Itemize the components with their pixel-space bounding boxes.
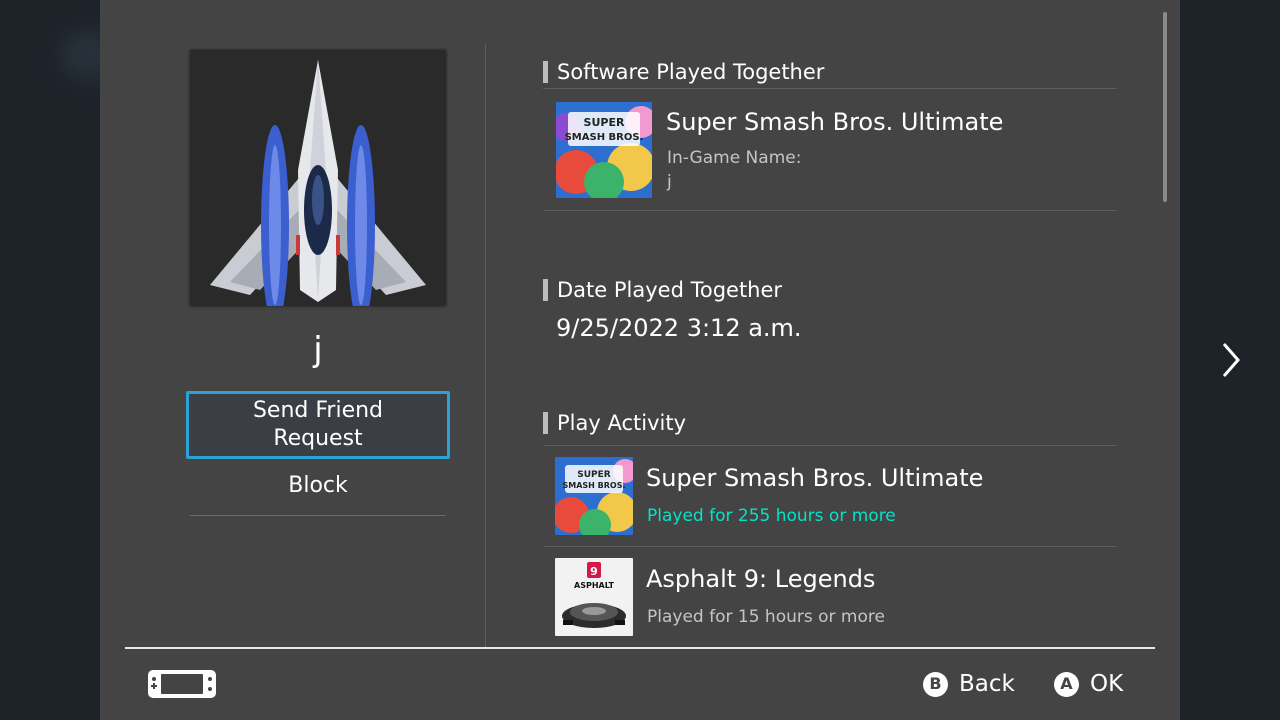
switch-console-icon bbox=[147, 669, 217, 703]
activity-title: Super Smash Bros. Ultimate bbox=[646, 464, 984, 492]
activity-playtime: Played for 15 hours or more bbox=[647, 607, 885, 627]
section-marker bbox=[543, 412, 548, 434]
date-section-header: Date Played Together bbox=[543, 273, 1117, 307]
smash-bros-thumbnail: SUPER SMASH BROS. bbox=[555, 457, 633, 535]
username: j bbox=[313, 330, 323, 370]
ok-button[interactable]: A OK bbox=[1054, 668, 1123, 700]
arwing-icon bbox=[190, 50, 446, 325]
thumb-line-1: SUPER bbox=[577, 470, 611, 480]
back-button[interactable]: B Back bbox=[923, 668, 1015, 700]
software-section-header: Software Played Together bbox=[543, 55, 1117, 89]
software-section-title: Software Played Together bbox=[557, 60, 825, 84]
back-label: Back bbox=[959, 671, 1015, 697]
activity-section-header: Play Activity bbox=[543, 406, 1117, 446]
user-profile-panel: j Send Friend Request Block Software Pla… bbox=[100, 0, 1180, 720]
a-button-icon: A bbox=[1054, 671, 1079, 697]
smash-bros-thumbnail: SUPER SMASH BROS. bbox=[556, 102, 652, 198]
software-title: Super Smash Bros. Ultimate bbox=[666, 108, 1004, 136]
thumb-line-1: SUPER bbox=[584, 116, 625, 129]
scrollbar[interactable] bbox=[1163, 12, 1167, 202]
user-avatar bbox=[190, 50, 446, 325]
background-left bbox=[0, 0, 100, 720]
in-game-name-label: In-Game Name: bbox=[667, 148, 802, 168]
activity-item[interactable]: SUPER SMASH BROS. Super Smash Bros. Ulti… bbox=[543, 446, 1117, 547]
date-section-title: Date Played Together bbox=[557, 278, 783, 302]
b-button-icon: B bbox=[923, 671, 948, 697]
activity-playtime: Played for 255 hours or more bbox=[647, 506, 896, 526]
software-played-together-item[interactable]: SUPER SMASH BROS. Super Smash Bros. Ulti… bbox=[543, 90, 1117, 211]
section-marker bbox=[543, 279, 548, 301]
send-friend-request-button[interactable]: Send Friend Request bbox=[186, 391, 450, 459]
block-button[interactable]: Block bbox=[190, 466, 446, 516]
activity-item[interactable]: 9 ASPHALT Asphalt 9: Legends Played for … bbox=[543, 547, 1117, 648]
footer-divider bbox=[125, 647, 1155, 649]
thumb-line-2: SMASH BROS. bbox=[565, 132, 644, 143]
ok-label: OK bbox=[1090, 671, 1124, 697]
asphalt-logo-number: 9 bbox=[590, 565, 598, 578]
date-played-value: 9/25/2022 3:12 a.m. bbox=[556, 314, 802, 342]
asphalt-thumbnail: 9 ASPHALT bbox=[555, 558, 633, 636]
thumb-line-2: SMASH BROS. bbox=[562, 481, 625, 490]
activity-section-title: Play Activity bbox=[557, 411, 687, 435]
activity-title: Asphalt 9: Legends bbox=[646, 565, 876, 593]
section-marker bbox=[543, 61, 548, 83]
column-divider bbox=[485, 44, 486, 647]
send-friend-request-label: Send Friend Request bbox=[252, 398, 384, 451]
in-game-name-value: j bbox=[667, 172, 672, 192]
asphalt-logo-text: ASPHALT bbox=[574, 581, 614, 590]
chevron-right-icon[interactable] bbox=[1218, 340, 1244, 384]
